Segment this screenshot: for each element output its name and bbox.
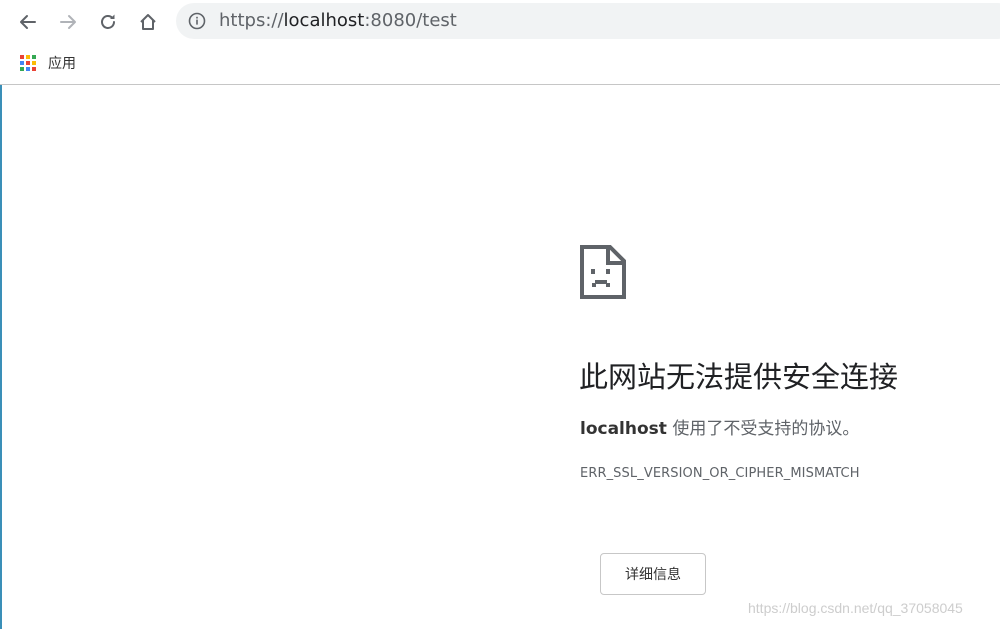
address-bar[interactable]: https://localhost:8080/test [176,3,1000,39]
apps-grid-icon [20,55,36,71]
apps-grid-dot [26,55,30,59]
apps-grid-dot [26,61,30,65]
error-code: ERR_SSL_VERSION_OR_CIPHER_MISMATCH [580,466,860,481]
error-description: localhost 使用了不受支持的协议。 [580,417,859,441]
apps-grid-dot [32,55,36,59]
url-rest: :8080/test [364,10,457,31]
apps-shortcut[interactable]: 应用 [16,51,76,75]
details-button[interactable]: 详细信息 [600,553,706,595]
apps-grid-dot [20,67,24,71]
reload-button[interactable] [92,6,124,38]
back-arrow-icon [20,15,36,29]
forward-arrow-icon [60,15,76,29]
error-title: 此网站无法提供安全连接 [579,360,899,394]
home-icon [140,14,156,30]
forward-button[interactable] [52,6,84,38]
apps-grid-dot [26,67,30,71]
reload-icon [101,14,115,29]
url-host: localhost [283,10,365,31]
error-message: 使用了不受支持的协议。 [666,419,860,439]
browser-toolbar: https://localhost:8080/test [0,0,1000,42]
error-host: localhost [580,419,667,439]
url-scheme: https:// [219,10,284,31]
apps-grid-dot [32,67,36,71]
watermark: https://blog.csdn.net/qq_37058045 [748,600,963,616]
apps-label: 应用 [48,56,76,72]
back-button[interactable] [12,6,44,38]
sad-page-icon [580,245,626,299]
apps-grid-dot [20,55,24,59]
left-edge-accent [0,84,2,629]
apps-grid-dot [32,61,36,65]
info-icon[interactable] [188,12,206,30]
home-button[interactable] [132,6,164,38]
url-text[interactable]: https://localhost:8080/test [219,10,457,32]
apps-grid-dot [20,61,24,65]
bookmarks-bar: 应用 [0,42,1000,85]
